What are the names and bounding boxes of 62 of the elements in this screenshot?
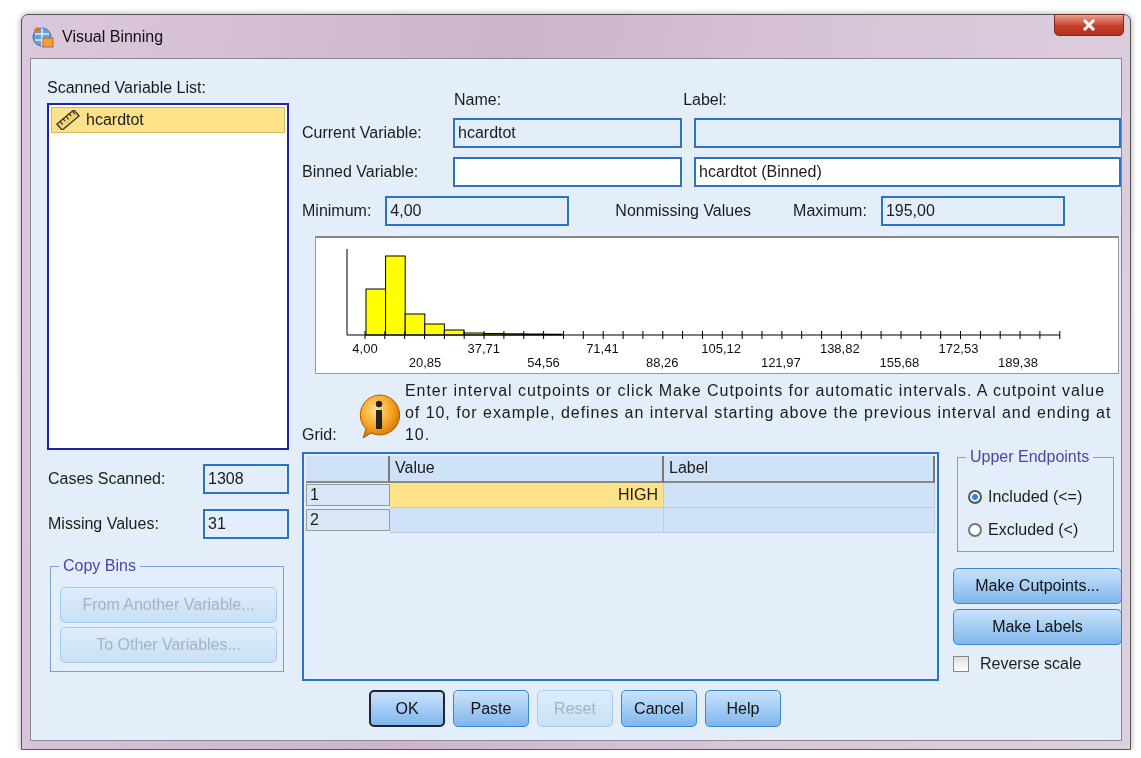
field-label: Binned Variable: (302, 163, 420, 181)
row-header: 1 (306, 484, 390, 506)
dialog-button[interactable]: Help (705, 690, 781, 727)
checkbox-label[interactable]: Reverse scale (980, 655, 1082, 673)
row-header: 2 (306, 509, 390, 531)
input-field[interactable]: 4,00 (385, 196, 570, 226)
field-label: Minimum: (302, 202, 372, 220)
input-field[interactable]: hcardtot (453, 118, 682, 148)
app-icon (32, 25, 54, 48)
axis-label: 4,00 (352, 341, 378, 356)
input-field[interactable] (453, 157, 682, 187)
column-header: Label (664, 456, 935, 483)
radio-label[interactable]: Included (<=) (988, 487, 1083, 506)
axis-label: 37,71 (467, 341, 500, 356)
table-cell[interactable] (390, 508, 664, 533)
list-label: Scanned Variable List: (47, 79, 207, 98)
axis-label: 138,82 (819, 341, 860, 356)
axis-label: 54,56 (527, 355, 560, 370)
field-label: Cases Scanned: (48, 470, 166, 488)
radio-button[interactable] (968, 489, 982, 504)
axis-label: 121,97 (760, 355, 801, 370)
radio-button[interactable] (968, 522, 982, 537)
list-item[interactable]: hcardtot (51, 107, 285, 133)
field-label: Nonmissing Values (615, 202, 752, 220)
radio-label[interactable]: Excluded (<) (988, 520, 1079, 539)
grid-label: Grid: (302, 426, 338, 444)
action-button[interactable]: Make Cutpoints... (953, 568, 1122, 604)
checkbox[interactable] (953, 656, 969, 672)
axis-label: 71,41 (586, 341, 619, 356)
field-label: Maximum: (793, 202, 867, 220)
input-field[interactable]: 195,00 (880, 196, 1065, 226)
instruction-text: Enter interval cutpoints or click Make Cutpoints for automatic intervals. A cutpoint value of 10, for example, defines an interval starting above the previous interval and ending at 10. (405, 381, 1113, 445)
axis-label: 172,53 (938, 341, 979, 356)
field-label: Current Variable: (302, 124, 423, 142)
group-title: Copy Bins (59, 556, 140, 576)
input-field[interactable]: hcardtot (Binned) (694, 157, 1121, 187)
column-label: Label: (683, 91, 727, 109)
action-button[interactable]: Make Labels (953, 609, 1122, 645)
input-field[interactable]: 1308 (203, 464, 289, 494)
table-cell[interactable]: HIGH (390, 483, 664, 508)
table-cell[interactable] (664, 483, 935, 508)
close-icon (1082, 19, 1096, 31)
axis-label: 155,68 (879, 355, 920, 370)
input-field[interactable]: 31 (203, 509, 289, 539)
table-cell[interactable] (664, 508, 935, 533)
axis-label: 189,38 (998, 355, 1038, 370)
dialog-button[interactable]: Paste (453, 690, 529, 727)
variable-name: hcardtot (86, 111, 144, 129)
axis-label: 88,26 (645, 355, 679, 370)
dialog-button[interactable]: Cancel (621, 690, 697, 727)
window-title: Visual Binning (62, 27, 164, 46)
info-icon (357, 393, 401, 439)
column-header: Value (390, 456, 664, 483)
column-label: Name: (454, 91, 502, 109)
field-label: Missing Values: (48, 515, 159, 533)
variable-list[interactable]: hcardtot (47, 103, 289, 450)
close-button[interactable] (1054, 14, 1124, 36)
dialog-button[interactable]: OK (369, 690, 445, 727)
axis-label: 105,12 (701, 341, 741, 356)
group-title: Upper Endpoints (966, 447, 1094, 467)
input-field[interactable] (694, 118, 1121, 148)
axis-label: 20,85 (408, 355, 442, 370)
